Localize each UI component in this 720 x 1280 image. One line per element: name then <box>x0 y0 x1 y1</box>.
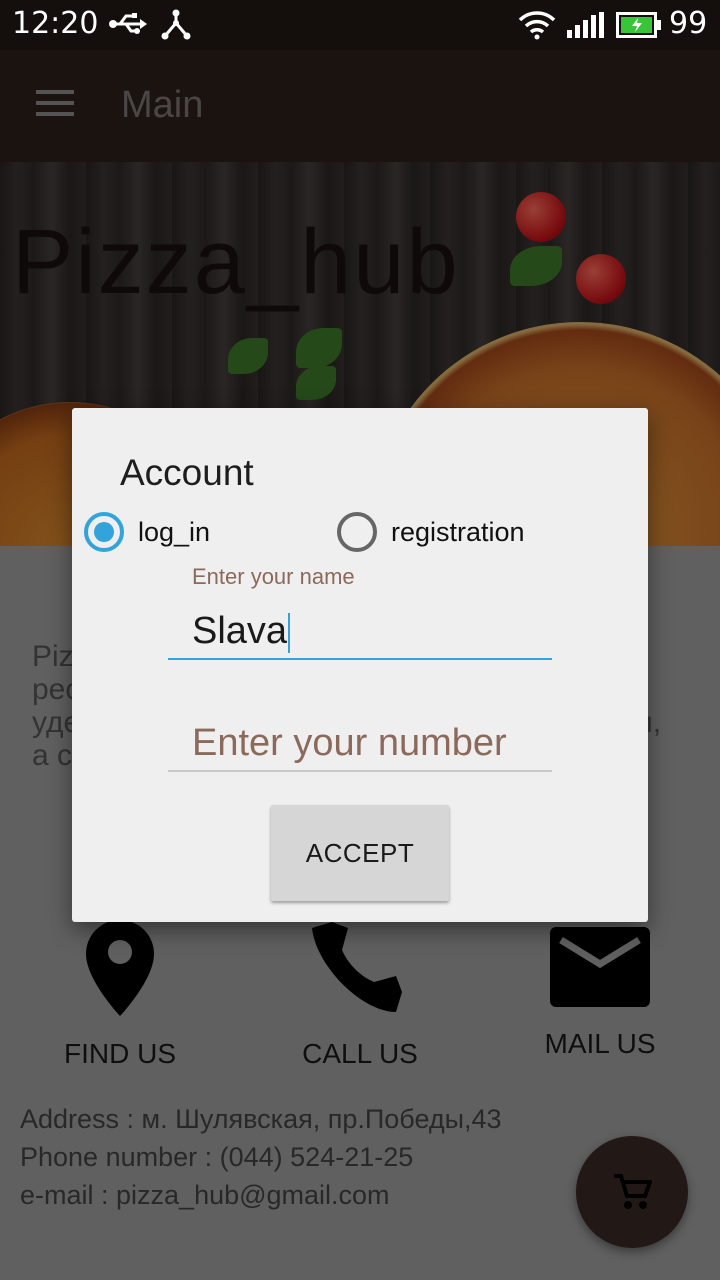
name-value-text: Slava <box>192 610 288 652</box>
signal-icon <box>566 12 604 42</box>
number-input-placeholder: Enter your number <box>192 722 507 764</box>
battery-level: 99 <box>669 6 708 41</box>
radio-unchecked-icon <box>337 512 377 552</box>
accept-button[interactable]: ACCEPT <box>271 805 449 901</box>
name-field-label: Enter your name <box>192 564 355 589</box>
wifi-icon <box>518 10 556 44</box>
name-input-value: Slava <box>192 610 291 653</box>
status-time: 12:20 <box>12 6 99 41</box>
radio-log-in-label: log_in <box>138 516 211 547</box>
dialog-title: Account <box>120 452 254 493</box>
text-cursor <box>288 612 291 653</box>
usb-icon <box>108 10 148 42</box>
number-input[interactable]: Enter your number <box>168 712 552 772</box>
radio-registration[interactable]: registration <box>337 510 525 554</box>
radio-registration-label: registration <box>391 516 525 547</box>
tether-icon <box>160 9 192 45</box>
battery-icon <box>616 12 662 42</box>
account-dialog: Account log_in registration Enter your n… <box>72 408 648 922</box>
radio-checked-icon <box>84 512 124 552</box>
name-input[interactable]: Slava <box>168 600 552 660</box>
status-bar: 12:20 99 <box>0 0 720 50</box>
radio-log-in[interactable]: log_in <box>84 510 210 554</box>
